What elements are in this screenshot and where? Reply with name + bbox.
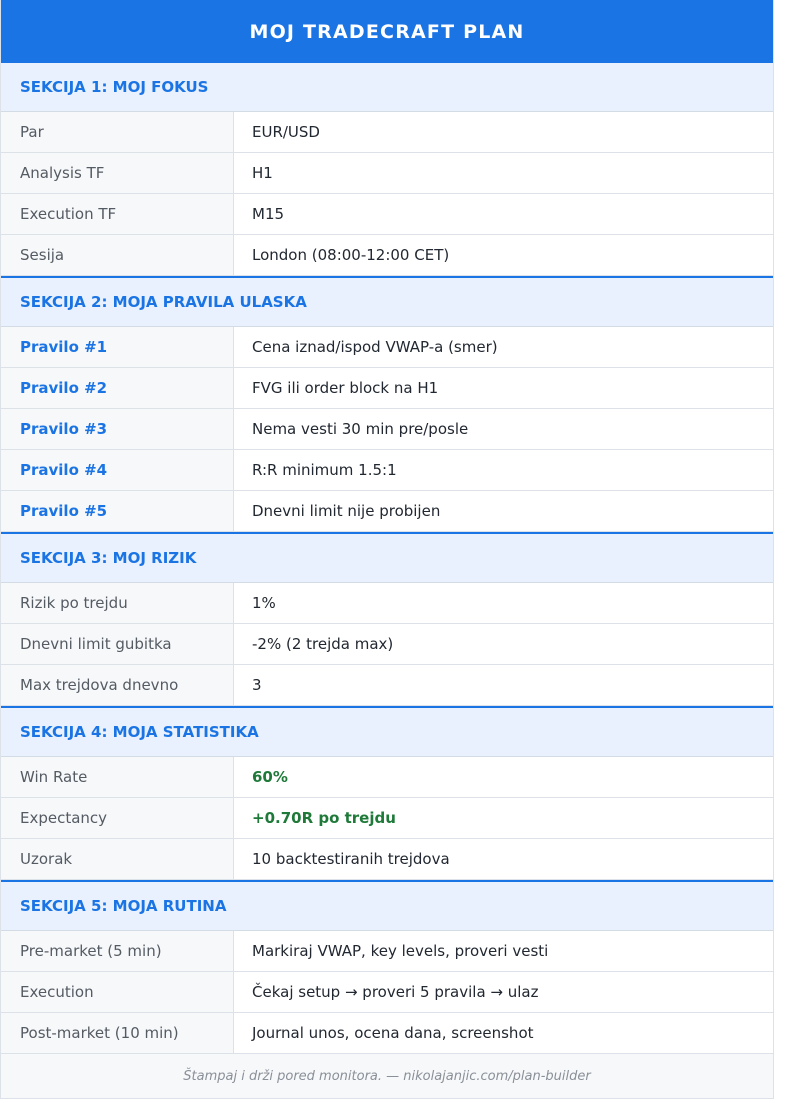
table-row: Expectancy +0.70R po trejdu <box>1 798 773 839</box>
table-row: Execution TF M15 <box>1 194 773 235</box>
row-label: Uzorak <box>1 839 234 879</box>
table-row: Pravilo #2 FVG ili order block na H1 <box>1 368 773 409</box>
rule-label: Pravilo #1 <box>1 327 234 367</box>
table-row: Sesija London (08:00-12:00 CET) <box>1 235 773 276</box>
section-entry-rules: SEKCIJA 2: MOJA PRAVILA ULASKA Pravilo #… <box>1 276 773 532</box>
table-row: Pre-market (5 min) Markiraj VWAP, key le… <box>1 931 773 972</box>
section-heading: SEKCIJA 1: MOJ FOKUS <box>1 63 773 112</box>
row-label: Analysis TF <box>1 153 234 193</box>
row-label: Pre-market (5 min) <box>1 931 234 971</box>
section-focus: SEKCIJA 1: MOJ FOKUS Par EUR/USD Analysi… <box>1 63 773 276</box>
rule-label: Pravilo #2 <box>1 368 234 408</box>
section-heading: SEKCIJA 2: MOJA PRAVILA ULASKA <box>1 278 773 327</box>
row-label: Max trejdova dnevno <box>1 665 234 705</box>
tradecraft-plan: MOJ TRADECRAFT PLAN SEKCIJA 1: MOJ FOKUS… <box>0 0 774 1099</box>
section-heading: SEKCIJA 3: MOJ RIZIK <box>1 534 773 583</box>
rule-value: Cena iznad/ispod VWAP-a (smer) <box>252 338 498 356</box>
row-label: Dnevni limit gubitka <box>1 624 234 664</box>
section-heading: SEKCIJA 5: MOJA RUTINA <box>1 882 773 931</box>
table-row: Par EUR/USD <box>1 112 773 153</box>
row-label: Post-market (10 min) <box>1 1013 234 1053</box>
row-value: EUR/USD <box>252 123 320 141</box>
row-value: -2% (2 trejda max) <box>252 635 394 653</box>
table-row: Rizik po trejdu 1% <box>1 583 773 624</box>
row-label: Par <box>1 112 234 152</box>
table-row: Pravilo #4 R:R minimum 1.5:1 <box>1 450 773 491</box>
section-routine: SEKCIJA 5: MOJA RUTINA Pre-market (5 min… <box>1 880 773 1054</box>
rule-label: Pravilo #4 <box>1 450 234 490</box>
row-value: H1 <box>252 164 273 182</box>
row-value: 10 backtestiranih trejdova <box>252 850 450 868</box>
rule-label: Pravilo #5 <box>1 491 234 531</box>
expectancy-value: +0.70R po trejdu <box>252 809 396 827</box>
row-value: M15 <box>252 205 285 223</box>
win-rate-value: 60% <box>252 768 288 786</box>
table-row: Win Rate 60% <box>1 757 773 798</box>
row-value: 3 <box>252 676 262 694</box>
table-row: Post-market (10 min) Journal unos, ocena… <box>1 1013 773 1054</box>
table-row: Pravilo #1 Cena iznad/ispod VWAP-a (smer… <box>1 327 773 368</box>
table-row: Dnevni limit gubitka -2% (2 trejda max) <box>1 624 773 665</box>
row-value: Journal unos, ocena dana, screenshot <box>252 1024 534 1042</box>
rule-value: R:R minimum 1.5:1 <box>252 461 397 479</box>
page-title: MOJ TRADECRAFT PLAN <box>1 0 773 63</box>
row-label: Win Rate <box>1 757 234 797</box>
table-row: Execution Čekaj setup → proveri 5 pravil… <box>1 972 773 1013</box>
row-label: Execution TF <box>1 194 234 234</box>
section-statistics: SEKCIJA 4: MOJA STATISTIKA Win Rate 60% … <box>1 706 773 880</box>
rule-value: Dnevni limit nije probijen <box>252 502 441 520</box>
rule-value: Nema vesti 30 min pre/posle <box>252 420 469 438</box>
footer-note: Štampaj i drži pored monitora. — nikolaj… <box>1 1054 773 1099</box>
table-row: Uzorak 10 backtestiranih trejdova <box>1 839 773 880</box>
table-row: Analysis TF H1 <box>1 153 773 194</box>
rule-value: FVG ili order block na H1 <box>252 379 439 397</box>
section-heading: SEKCIJA 4: MOJA STATISTIKA <box>1 708 773 757</box>
row-label: Execution <box>1 972 234 1012</box>
row-value: London (08:00-12:00 CET) <box>252 246 450 264</box>
table-row: Pravilo #5 Dnevni limit nije probijen <box>1 491 773 532</box>
row-label: Rizik po trejdu <box>1 583 234 623</box>
table-row: Pravilo #3 Nema vesti 30 min pre/posle <box>1 409 773 450</box>
rule-label: Pravilo #3 <box>1 409 234 449</box>
section-risk: SEKCIJA 3: MOJ RIZIK Rizik po trejdu 1% … <box>1 532 773 706</box>
row-value: Čekaj setup → proveri 5 pravila → ulaz <box>252 983 539 1001</box>
table-row: Max trejdova dnevno 3 <box>1 665 773 706</box>
row-label: Expectancy <box>1 798 234 838</box>
row-value: 1% <box>252 594 276 612</box>
row-value: Markiraj VWAP, key levels, proveri vesti <box>252 942 549 960</box>
row-label: Sesija <box>1 235 234 275</box>
